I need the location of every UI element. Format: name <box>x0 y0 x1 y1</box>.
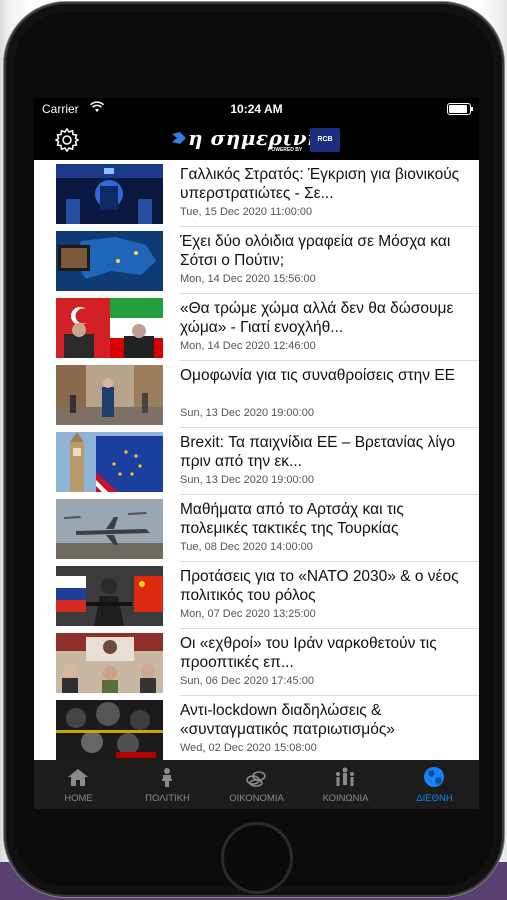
article-row[interactable]: Ομοφωνία για τις συναθροίσεις στην ΕΕ Su… <box>34 361 479 428</box>
article-date: Sun, 13 Dec 2020 19:00:00 <box>180 474 314 486</box>
article-row[interactable]: «Θα τρώμε χώμα αλλά δεν θα δώσουμε χώμα»… <box>34 294 479 361</box>
article-row[interactable]: Αντι-lockdown διαδηλώσεις & «συνταγματικ… <box>34 696 479 763</box>
article-row[interactable]: Έχει δύο ολόιδια γραφεία σε Μόσχα και Σό… <box>34 227 479 294</box>
article-thumbnail <box>56 566 163 626</box>
article-title: Γαλλικός Στρατός: Έγκριση για βιονικούς … <box>180 166 460 202</box>
article-thumbnail <box>56 298 163 358</box>
article-title: Προτάσεις για το «ΝΑΤΟ 2030» & ο νέος πο… <box>180 568 459 604</box>
tab-international[interactable]: ΔΙΕΘΝΗ <box>390 760 479 809</box>
article-date: Tue, 08 Dec 2020 14:00:00 <box>180 541 313 553</box>
app-screen: Carrier 10:24 AM η σημερινή POWERED BY R… <box>34 98 479 809</box>
tab-label: ΚΟΙΝΩΝΙΑ <box>322 793 369 804</box>
article-thumbnail <box>56 164 163 224</box>
logo-powered-by: POWERED BY <box>268 147 303 153</box>
globe-icon <box>424 767 444 787</box>
tab-economy[interactable]: ΟΙΚΟΝΟΜΙΑ <box>212 760 301 809</box>
tab-bar: HOME ΠΟΛΙΤΙΚΗ ΟΙΚΟΝΟΜΙΑ ΚΟΙΝΩΝΙΑ ΔΙΕΘΝΗ <box>34 760 479 809</box>
settings-gear-icon[interactable] <box>54 127 80 153</box>
article-row[interactable]: Γαλλικός Στρατός: Έγκριση για βιονικούς … <box>34 160 479 227</box>
tab-label: ΠΟΛΙΤΙΚΗ <box>145 793 190 804</box>
article-date: Mon, 07 Dec 2020 13:25:00 <box>180 608 316 620</box>
article-thumbnail <box>56 365 163 425</box>
article-date: Wed, 02 Dec 2020 15:08:00 <box>180 742 317 754</box>
article-row[interactable]: Brexit: Τα παιχνίδια ΕΕ – Βρετανίας λίγο… <box>34 428 479 495</box>
society-icon <box>336 767 354 786</box>
tab-society[interactable]: ΚΟΙΝΩΝΙΑ <box>301 760 390 809</box>
article-title: Ομοφωνία για τις συναθροίσεις στην ΕΕ <box>180 367 456 384</box>
article-title: Μαθήματα από το Αρτσάχ και τις πολεμικές… <box>180 501 404 537</box>
article-title: Brexit: Τα παιχνίδια ΕΕ – Βρετανίας λίγο… <box>180 434 456 470</box>
article-thumbnail <box>56 700 163 760</box>
article-row[interactable]: Οι «εχθροί» του Ιράν ναρκοθετούν τις προ… <box>34 629 479 696</box>
article-thumbnail <box>56 231 163 291</box>
tab-label: HOME <box>64 793 93 804</box>
article-title: Αντι-lockdown διαδηλώσεις & «συνταγματικ… <box>180 702 395 738</box>
article-title: Οι «εχθροί» του Ιράν ναρκοθετούν τις προ… <box>180 635 437 671</box>
article-title: Έχει δύο ολόιδια γραφεία σε Μόσχα και Σό… <box>180 233 451 269</box>
status-bar: Carrier 10:24 AM <box>34 98 479 120</box>
article-thumbnail <box>56 432 163 492</box>
article-thumbnail <box>56 633 163 693</box>
article-date: Tue, 15 Dec 2020 11:00:00 <box>180 206 313 218</box>
home-button[interactable] <box>221 822 293 894</box>
article-date: Mon, 14 Dec 2020 12:46:00 <box>180 340 316 352</box>
economy-icon <box>246 771 266 787</box>
home-icon <box>68 769 88 786</box>
tab-label: ΟΙΚΟΝΟΜΙΑ <box>229 793 284 804</box>
tab-home[interactable]: HOME <box>34 760 123 809</box>
clock: 10:24 AM <box>230 102 283 116</box>
article-date: Sun, 13 Dec 2020 19:00:00 <box>180 407 314 419</box>
tab-politics[interactable]: ΠΟΛΙΤΙΚΗ <box>123 760 212 809</box>
tab-label: ΔΙΕΘΝΗ <box>416 793 453 804</box>
article-list: Γαλλικός Στρατός: Έγκριση για βιονικούς … <box>34 160 479 763</box>
article-date: Mon, 14 Dec 2020 15:56:00 <box>180 273 316 285</box>
battery-icon <box>447 103 473 115</box>
article-row[interactable]: Προτάσεις για το «ΝΑΤΟ 2030» & ο νέος πο… <box>34 562 479 629</box>
logo-badge: RCB <box>310 128 340 152</box>
app-logo: η σημερινή POWERED BY RCB <box>172 126 342 154</box>
article-date: Sun, 06 Dec 2020 17:45:00 <box>180 675 314 687</box>
article-thumbnail <box>56 499 163 559</box>
logo-mark-icon <box>172 132 186 144</box>
nav-bar: η σημερινή POWERED BY RCB <box>34 120 479 160</box>
article-row[interactable]: Μαθήματα από το Αρτσάχ και τις πολεμικές… <box>34 495 479 562</box>
politics-icon <box>162 768 172 787</box>
article-title: «Θα τρώμε χώμα αλλά δεν θα δώσουμε χώμα»… <box>180 300 454 336</box>
